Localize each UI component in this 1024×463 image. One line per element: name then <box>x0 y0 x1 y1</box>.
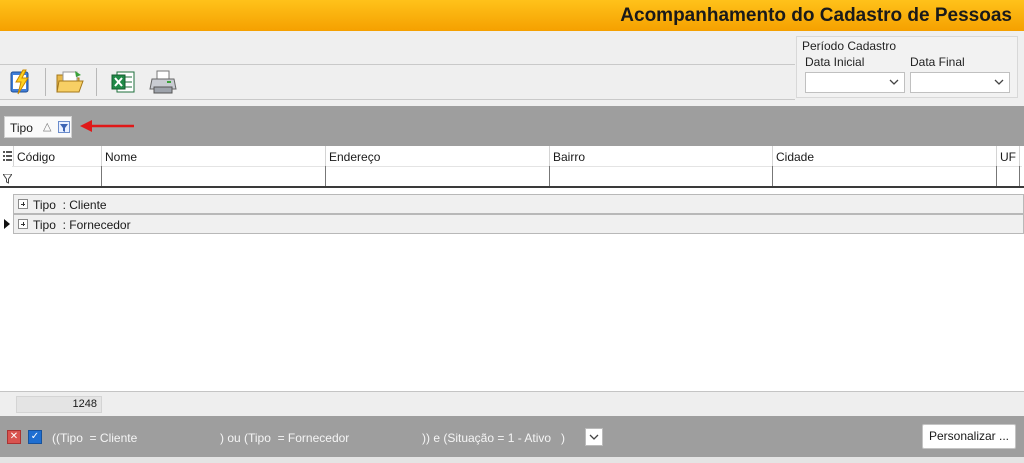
period-panel: Período Cadastro Data Inicial Data Final <box>796 36 1018 98</box>
filter-cell-divider <box>549 166 550 186</box>
filter-cell-divider <box>772 166 773 186</box>
grid-header: Código Nome Endereço Bairro Cidade UF <box>0 146 1024 188</box>
filter-expression-part3: )) e (Situação = 1 - Ativo ) <box>422 431 566 445</box>
group-row-label: Tipo : Fornecedor <box>33 218 131 232</box>
start-date-label: Data Inicial <box>805 55 865 69</box>
column-header-endereco[interactable]: Endereço <box>329 150 380 164</box>
filter-icon[interactable] <box>58 121 70 133</box>
group-chip-tipo[interactable]: Tipo △ <box>4 116 72 138</box>
filter-enabled-checkbox[interactable]: ✓ <box>28 430 42 444</box>
clear-filter-button[interactable]: ✕ <box>7 430 21 444</box>
record-count: 1248 <box>16 396 102 413</box>
period-title: Período Cadastro <box>802 39 897 53</box>
column-divider <box>325 146 326 166</box>
filter-bar: ✕ ✓ ((Tipo = Cliente ) ou (Tipo = Fornec… <box>0 416 1024 457</box>
group-row-fornecedor[interactable]: Tipo : Fornecedor <box>13 214 1024 234</box>
grid-footer: 1248 <box>0 391 1024 416</box>
group-row-label: Tipo : Cliente <box>33 198 107 212</box>
title-bar: Acompanhamento do Cadastro de Pessoas <box>0 0 1024 31</box>
toolbar-separator <box>96 68 97 96</box>
group-row-cliente[interactable]: Tipo : Cliente <box>13 194 1024 214</box>
print-button[interactable] <box>148 67 178 97</box>
funnel-icon <box>60 124 68 132</box>
group-by-panel: Tipo △ <box>0 106 1024 146</box>
bottom-strip <box>0 457 1024 463</box>
filter-history-dropdown[interactable] <box>585 428 603 446</box>
filter-expression-part2: ) ou (Tipo = Fornecedor <box>220 431 350 445</box>
chevron-down-icon <box>994 79 1004 85</box>
toolbar-separator <box>45 68 46 96</box>
column-divider <box>996 146 997 166</box>
open-button[interactable] <box>55 67 85 97</box>
column-header-cidade[interactable]: Cidade <box>776 150 814 164</box>
export-excel-button[interactable] <box>108 67 138 97</box>
column-chooser-icon[interactable] <box>3 151 12 161</box>
column-header-uf[interactable]: UF <box>1000 150 1016 164</box>
filter-row-icon <box>3 174 12 184</box>
chevron-down-icon <box>589 434 599 440</box>
start-date-select[interactable] <box>805 72 905 93</box>
column-divider <box>772 146 773 166</box>
column-header-bairro[interactable]: Bairro <box>553 150 585 164</box>
filter-cell-divider <box>1019 166 1020 186</box>
filter-cell-divider <box>325 166 326 186</box>
column-divider <box>1019 146 1020 166</box>
customize-filter-button[interactable]: Personalizar ... <box>922 424 1016 449</box>
excel-icon <box>111 71 135 93</box>
toolbar-area: Período Cadastro Data Inicial Data Final <box>0 31 1024 106</box>
column-divider <box>13 146 14 166</box>
filter-cell-divider <box>101 166 102 186</box>
window-title: Acompanhamento do Cadastro de Pessoas <box>620 5 1012 26</box>
expand-icon[interactable] <box>18 199 28 209</box>
filter-expression-part1: ((Tipo = Cliente <box>52 431 138 445</box>
column-header-codigo[interactable]: Código <box>17 150 55 164</box>
refresh-button[interactable] <box>6 67 36 97</box>
column-header-nome[interactable]: Nome <box>105 150 137 164</box>
expand-icon[interactable] <box>18 219 28 229</box>
printer-icon <box>149 70 177 94</box>
column-divider <box>101 146 102 166</box>
chevron-down-icon <box>889 79 899 85</box>
data-grid: Código Nome Endereço Bairro Cidade UF Ti… <box>0 146 1024 391</box>
toolbar <box>0 64 795 100</box>
current-row-indicator-icon <box>4 219 10 229</box>
end-date-label: Data Final <box>910 55 965 69</box>
filter-cell-divider <box>996 166 997 186</box>
end-date-select[interactable] <box>910 72 1010 93</box>
refresh-lightning-icon <box>10 69 29 95</box>
filter-row <box>12 166 1022 167</box>
group-chip-label: Tipo <box>10 121 33 135</box>
red-arrow-icon <box>80 120 134 132</box>
sort-ascending-icon[interactable]: △ <box>43 120 51 133</box>
open-folder-icon <box>56 71 84 93</box>
column-divider <box>549 146 550 166</box>
